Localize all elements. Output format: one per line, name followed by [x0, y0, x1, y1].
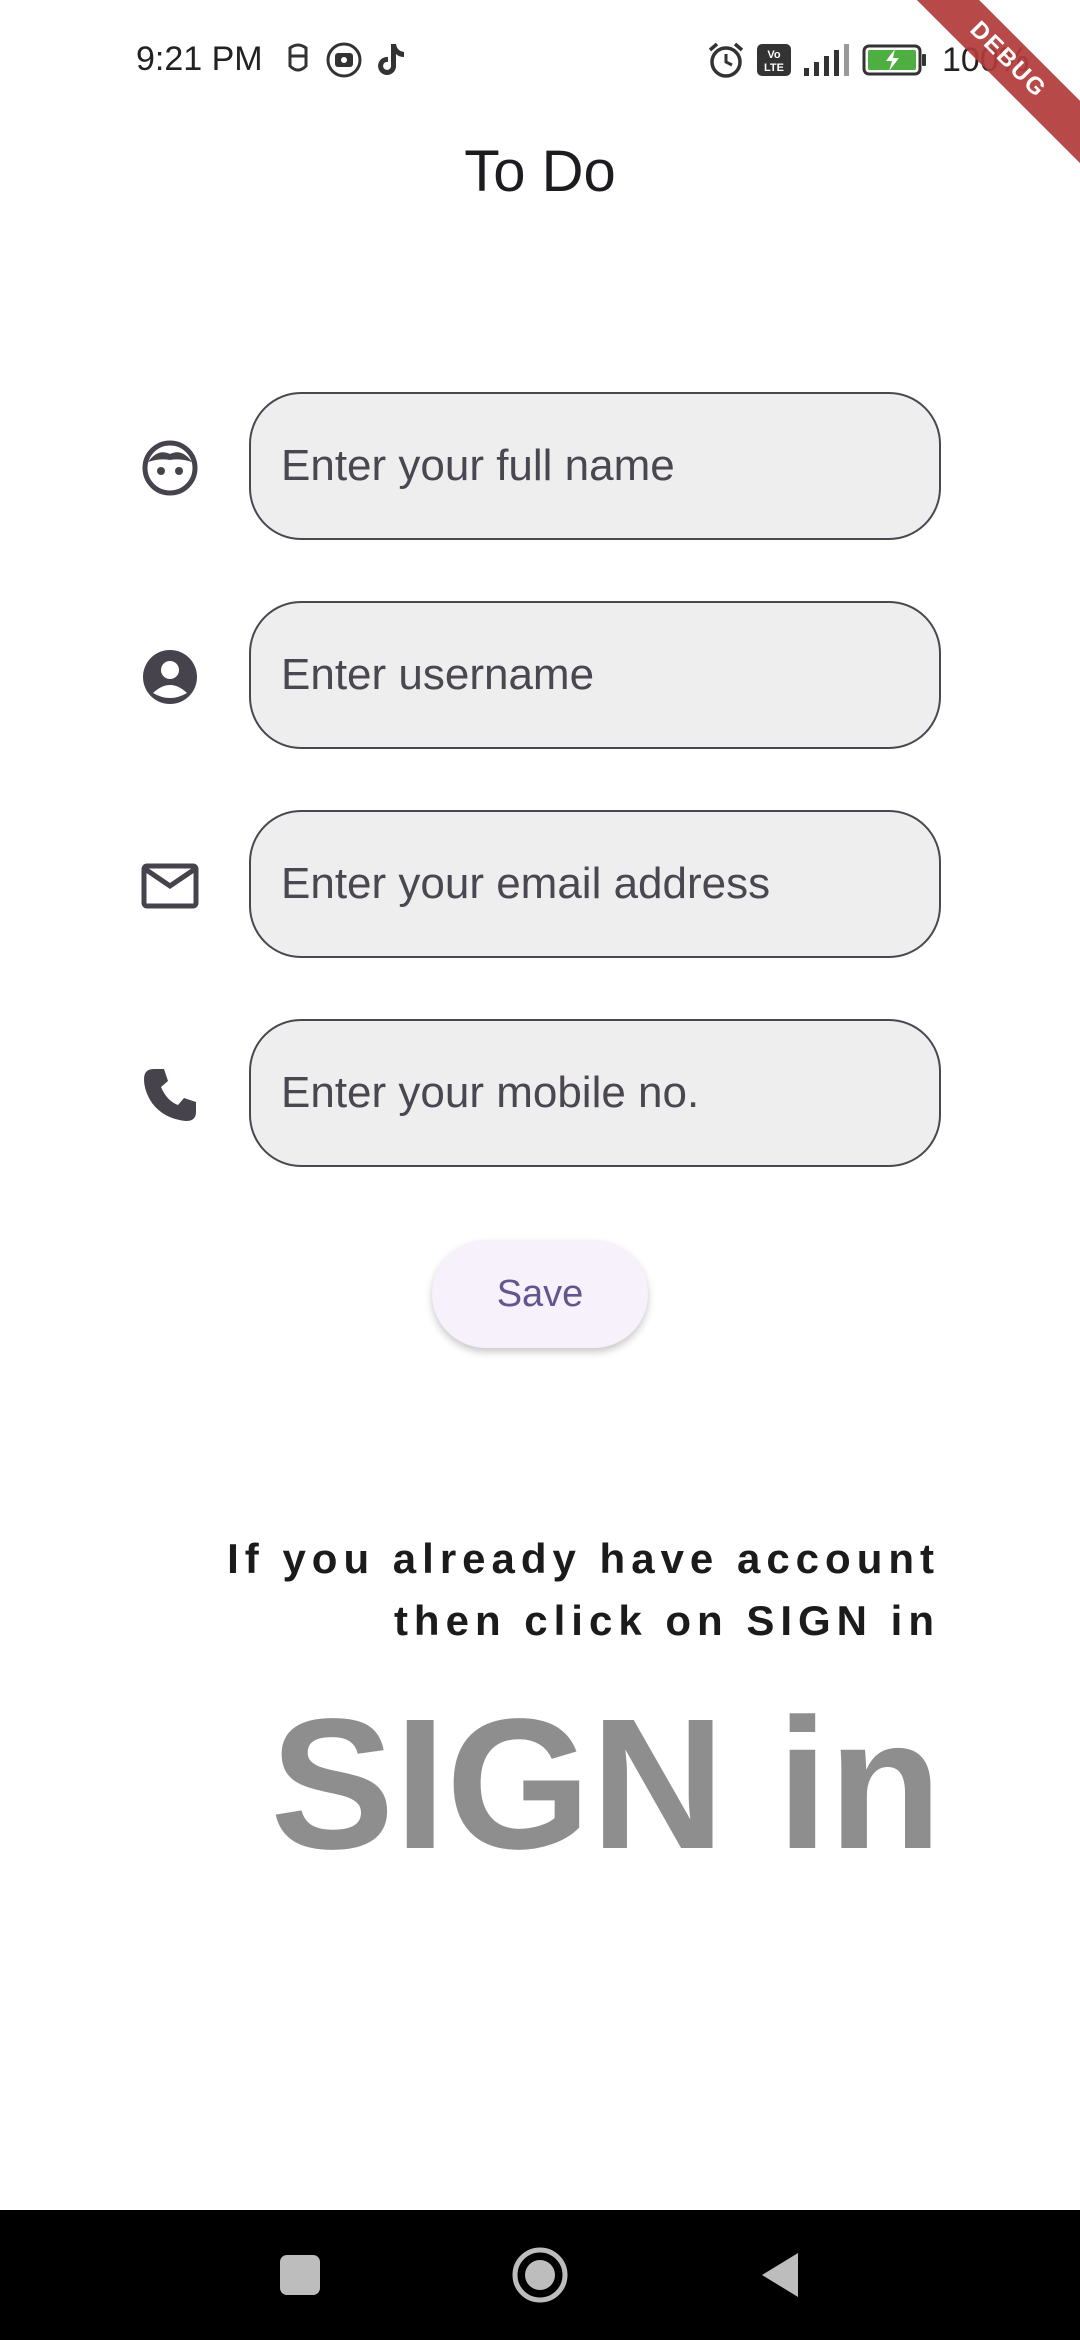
phone-icon	[144, 1069, 196, 1121]
status-left-icons	[285, 42, 407, 78]
system-nav-bar	[0, 2210, 1080, 2340]
email-icon	[141, 863, 199, 909]
signin-prompt-line-2: then click on SIGN in	[393, 1597, 940, 1644]
battery-charging-icon	[862, 44, 926, 76]
username-field[interactable]	[249, 601, 941, 749]
save-button[interactable]: Save	[432, 1240, 648, 1348]
bug-icon	[288, 43, 308, 72]
back-icon[interactable]	[750, 2245, 810, 2305]
email-row	[0, 810, 1080, 962]
home-icon[interactable]	[510, 2245, 570, 2305]
email-field[interactable]	[249, 810, 941, 958]
recents-icon[interactable]	[270, 2245, 330, 2305]
alarm-icon	[708, 42, 744, 78]
full-name-input[interactable]	[281, 394, 901, 538]
page-title: To Do	[464, 139, 616, 204]
tiktok-icon	[378, 44, 404, 75]
signin-prompt-line-1: If you already have account	[227, 1535, 940, 1582]
face-icon	[142, 440, 198, 496]
mobile-input[interactable]	[281, 1021, 901, 1165]
svg-text:Vo: Vo	[767, 49, 781, 61]
full-name-field[interactable]	[249, 392, 941, 540]
mobile-row	[0, 1019, 1080, 1171]
signal-icon	[804, 44, 849, 76]
username-row	[0, 601, 1080, 753]
full-name-row	[0, 392, 1080, 544]
email-input[interactable]	[281, 812, 901, 956]
status-bar: 9:21 PM Vo LTE DEBUG	[0, 0, 1080, 168]
signin-link[interactable]: SIGN in	[270, 1690, 942, 1880]
account-circle-icon	[143, 650, 197, 704]
username-input[interactable]	[281, 603, 901, 747]
volte-icon: Vo LTE	[757, 44, 791, 76]
mobile-field[interactable]	[249, 1019, 941, 1167]
svg-text:LTE: LTE	[764, 62, 784, 74]
signin-prompt: If you already have account then click o…	[180, 1528, 940, 1652]
screen-record-icon	[326, 42, 362, 78]
status-time: 9:21 PM	[136, 40, 263, 78]
